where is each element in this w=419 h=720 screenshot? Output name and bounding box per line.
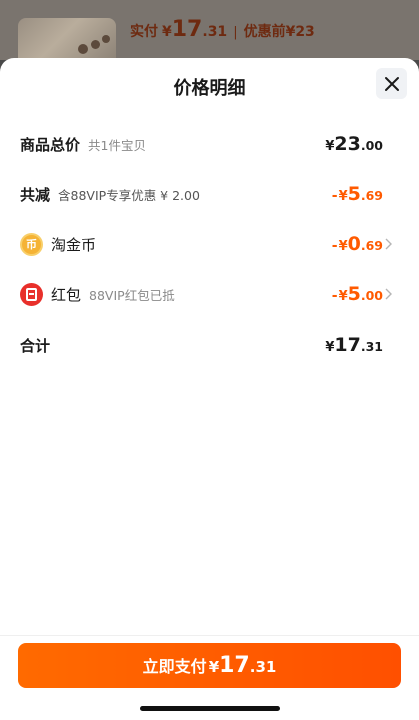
coin-icon: 币: [20, 232, 43, 256]
close-icon: [384, 76, 399, 91]
total-currency: ¥: [325, 139, 335, 154]
pay-now-button[interactable]: 立即支付 ¥ 17 .31: [18, 643, 401, 688]
redpack-currency: ¥: [338, 289, 348, 304]
pay-integer: 17: [171, 17, 203, 42]
red-packet-icon: [20, 282, 43, 306]
coin-integer: 0: [347, 233, 361, 255]
redpack-label: 红包: [51, 285, 82, 304]
pay-decimal: .31: [202, 24, 228, 40]
redpack-chevron-right-icon[interactable]: [385, 282, 395, 306]
pay-button-currency: ¥: [208, 658, 220, 676]
total-sub: 共1件宝贝: [88, 137, 146, 153]
sum-currency: ¥: [325, 340, 335, 355]
redpack-amount: - ¥ 5 .00: [332, 283, 383, 305]
close-button[interactable]: [376, 68, 407, 99]
total-label: 商品总价: [20, 135, 81, 154]
orig-value: ¥23: [285, 24, 315, 40]
sum-integer: 17: [334, 334, 361, 356]
orig-label: 优惠前: [243, 24, 286, 40]
redpack-minus: -: [331, 288, 338, 304]
redpack-sub: 88VIP红包已抵: [89, 287, 175, 303]
price-detail-sheet: 价格明细 商品总价 共1件宝贝 ¥ 23 .00 共减 含88VIP专享优惠 ¥…: [0, 58, 419, 720]
product-thumbnail: [18, 18, 116, 60]
pay-button-decimal: .31: [249, 658, 277, 676]
coin-amount: - ¥ 0 .69: [332, 233, 383, 255]
sum-decimal: .31: [360, 339, 383, 354]
pay-label: 实付: [130, 24, 158, 40]
pay-button-integer: 17: [219, 653, 250, 678]
row-discount: 共减 含88VIP专享优惠 ¥ 2.00 - ¥ 5 .69: [20, 182, 383, 206]
coin-icon-text: 币: [26, 238, 37, 251]
coin-label: 淘金币: [51, 235, 97, 254]
background-price-summary: 实付 ¥ 17 .31 | 优惠前 ¥23: [130, 17, 315, 51]
discount-minus: -: [331, 188, 338, 204]
coin-chevron-right-icon[interactable]: [385, 232, 395, 256]
total-integer: 23: [334, 133, 361, 155]
row-total: 商品总价 共1件宝贝 ¥ 23 .00: [20, 132, 383, 156]
discount-decimal: .69: [360, 188, 383, 203]
coin-decimal: .69: [360, 238, 383, 253]
total-amount: ¥ 23 .00: [325, 133, 383, 155]
sum-label: 合计: [20, 336, 51, 355]
sum-amount: ¥ 17 .31: [325, 334, 383, 356]
footer-divider: [0, 635, 419, 636]
redpack-integer: 5: [347, 283, 361, 305]
discount-amount: - ¥ 5 .69: [332, 183, 383, 205]
home-indicator: [140, 706, 280, 711]
discount-sub: 含88VIP专享优惠 ¥ 2.00: [58, 187, 200, 203]
redpack-decimal: .00: [360, 288, 383, 303]
pay-button-label: 立即支付: [142, 657, 207, 676]
pay-currency: ¥: [162, 24, 172, 40]
discount-currency: ¥: [338, 189, 348, 204]
row-sum: 合计 ¥ 17 .31: [20, 333, 383, 357]
discount-label: 共减: [20, 185, 51, 204]
row-coin[interactable]: 币 淘金币 - ¥ 0 .69: [20, 232, 383, 256]
coin-minus: -: [331, 238, 338, 254]
sheet-title: 价格明细: [173, 78, 246, 99]
discount-integer: 5: [347, 183, 361, 205]
price-separator: |: [233, 25, 238, 40]
row-redpack[interactable]: 红包 88VIP红包已抵 - ¥ 5 .00: [20, 282, 383, 306]
total-decimal: .00: [360, 138, 383, 153]
coin-currency: ¥: [338, 239, 348, 254]
